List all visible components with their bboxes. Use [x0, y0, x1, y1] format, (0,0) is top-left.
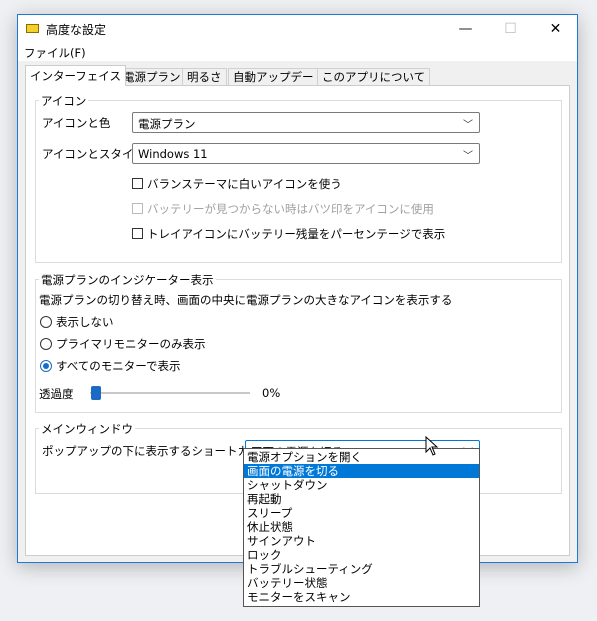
- icon-style-value: Windows 11: [138, 147, 208, 161]
- maximize-button: ☐: [504, 21, 517, 37]
- opacity-label: 透過度: [39, 387, 74, 401]
- icon-group: アイコン アイコンと色 電源プラン ﹀ アイコンとスタイル Windows 11…: [35, 93, 562, 263]
- icon-group-title: アイコン: [39, 93, 89, 109]
- battery-percent-checkbox[interactable]: [132, 228, 143, 239]
- dropdown-option[interactable]: 休止状態: [244, 520, 479, 534]
- icon-color-value: 電源プラン: [138, 117, 196, 131]
- chevron-down-icon: ﹀: [463, 151, 473, 162]
- dropdown-option[interactable]: ロック: [244, 548, 479, 562]
- tab-interface[interactable]: インターフェイス: [25, 65, 126, 86]
- radio-all[interactable]: [40, 360, 52, 372]
- chevron-down-icon: ﹀: [463, 120, 473, 131]
- radio-all-label: すべてのモニターで表示: [56, 359, 181, 373]
- menu-bar: ファイル(F): [18, 43, 577, 61]
- mouse-cursor-icon: [425, 436, 439, 456]
- tab-auto-update[interactable]: 自動アップデート: [228, 68, 330, 85]
- opacity-slider-track[interactable]: [90, 392, 250, 394]
- title-bar: 高度な設定 — ☐ ✕: [18, 15, 577, 43]
- indicator-description: 電源プランの切り替え時、画面の中央に電源プランの大きなアイコンを表示する: [39, 293, 453, 307]
- indicator-group: 電源プランのインジケーター表示 電源プランの切り替え時、画面の中央に電源プランの…: [35, 272, 562, 413]
- radio-none[interactable]: [40, 316, 52, 328]
- white-icon-checkbox-label: バランステーマに白いアイコンを使う: [147, 177, 342, 191]
- opacity-slider-thumb[interactable]: [91, 386, 101, 400]
- shortcut-label: ポップアップの下に表示するショートカット: [42, 444, 272, 458]
- icon-color-select[interactable]: 電源プラン ﹀: [132, 112, 480, 133]
- main-window-group-title: メインウィンドウ: [39, 421, 135, 437]
- window-title: 高度な設定: [46, 23, 107, 37]
- battery-percent-checkbox-label: トレイアイコンにバッテリー残量をパーセンテージで表示: [147, 227, 446, 241]
- tab-brightness[interactable]: 明るさ: [182, 68, 227, 85]
- indicator-group-title: 電源プランのインジケーター表示: [39, 272, 216, 288]
- shortcut-dropdown-list: 電源オプションを開く 画面の電源を切る シャットダウン 再起動 スリープ 休止状…: [243, 448, 480, 607]
- dropdown-option-selected[interactable]: 画面の電源を切る: [244, 464, 479, 478]
- icon-style-label: アイコンとスタイル: [42, 147, 145, 161]
- dropdown-option[interactable]: モニターをスキャン: [244, 590, 479, 604]
- dropdown-option[interactable]: シャットダウン: [244, 478, 479, 492]
- dropdown-option[interactable]: スリープ: [244, 506, 479, 520]
- close-button[interactable]: ✕: [533, 15, 578, 43]
- icon-color-label: アイコンと色: [42, 116, 111, 130]
- radio-none-label: 表示しない: [56, 315, 114, 329]
- dropdown-option[interactable]: トラブルシューティング: [244, 562, 479, 576]
- tab-about[interactable]: このアプリについて: [317, 68, 431, 85]
- battery-x-checkbox-label: バッテリーが見つからない時はバツ印をアイコンに使用: [147, 202, 434, 216]
- tab-power-plan[interactable]: 電源プラン: [118, 68, 186, 85]
- radio-primary-label: プライマリモニターのみ表示: [56, 337, 206, 351]
- radio-primary[interactable]: [40, 338, 52, 350]
- opacity-value: 0%: [262, 386, 281, 400]
- dropdown-option[interactable]: バッテリー状態: [244, 576, 479, 590]
- icon-style-select[interactable]: Windows 11 ﹀: [132, 143, 480, 164]
- dropdown-option[interactable]: 再起動: [244, 492, 479, 506]
- white-icon-checkbox[interactable]: [132, 178, 143, 189]
- battery-app-icon: [26, 24, 39, 33]
- dropdown-option[interactable]: サインアウト: [244, 534, 479, 548]
- minimize-button[interactable]: —: [443, 15, 488, 43]
- battery-x-checkbox: [132, 203, 143, 214]
- dropdown-option[interactable]: 電源オプションを開く: [244, 450, 479, 464]
- menu-file[interactable]: ファイル(F): [24, 45, 86, 61]
